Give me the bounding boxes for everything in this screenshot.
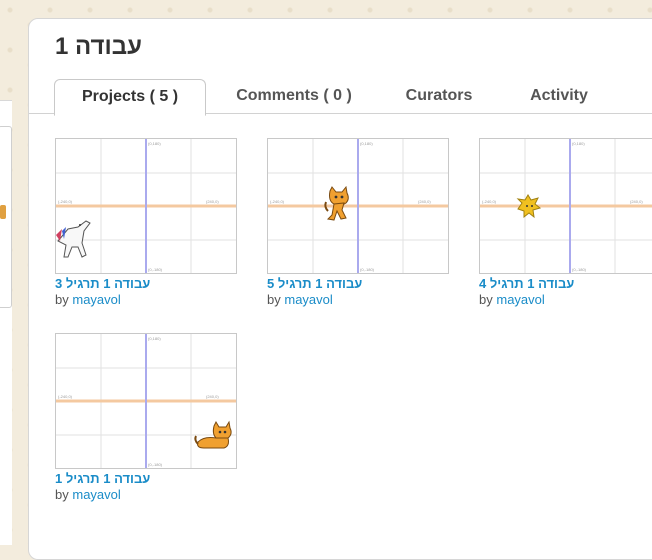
author-link[interactable]: mayavol bbox=[72, 487, 120, 502]
byline-prefix: by bbox=[267, 292, 281, 307]
tab-projects[interactable]: Projects ( 5 ) bbox=[54, 79, 206, 116]
svg-text:(-240,0): (-240,0) bbox=[58, 199, 73, 204]
svg-text:(0,-180): (0,-180) bbox=[148, 267, 163, 272]
scratch-cat-icon bbox=[324, 185, 349, 221]
grid-background-icon: (0,180) (-240,0) (240,0) (0,-180) bbox=[268, 139, 448, 273]
project-title-link[interactable]: עבודה 1 תרגיל 1 bbox=[55, 471, 150, 486]
svg-text:(-240,0): (-240,0) bbox=[482, 199, 497, 204]
byline-prefix: by bbox=[55, 292, 69, 307]
project-byline: by mayavol bbox=[55, 487, 121, 502]
svg-text:(0,-180): (0,-180) bbox=[360, 267, 375, 272]
svg-text:(0,180): (0,180) bbox=[148, 141, 161, 146]
unicorn-icon bbox=[56, 220, 91, 258]
project-thumbnail[interactable]: (0,180) (-240,0) (240,0) (0,-180) bbox=[55, 333, 237, 469]
byline-prefix: by bbox=[55, 487, 69, 502]
grid-background-icon: (0,180) (-240,0) (240,0) (0,-180) bbox=[480, 139, 652, 273]
yellow-creature-icon bbox=[516, 194, 542, 219]
project-title-link[interactable]: עבודה 1 תרגיל 5 bbox=[267, 276, 362, 291]
project-byline: by mayavol bbox=[267, 292, 333, 307]
tab-activity[interactable]: Activity bbox=[509, 79, 609, 113]
studio-panel: עבודה 1 Projects ( 5 ) Comments ( 0 ) Cu… bbox=[28, 18, 652, 560]
author-link[interactable]: mayavol bbox=[284, 292, 332, 307]
author-link[interactable]: mayavol bbox=[72, 292, 120, 307]
svg-text:(-240,0): (-240,0) bbox=[58, 394, 73, 399]
svg-text:(240,0): (240,0) bbox=[630, 199, 643, 204]
svg-text:(0,180): (0,180) bbox=[148, 336, 161, 341]
project-byline: by mayavol bbox=[55, 292, 121, 307]
project-byline: by mayavol bbox=[479, 292, 545, 307]
project-title-link[interactable]: עבודה 1 תרגיל 3 bbox=[55, 276, 150, 291]
svg-text:(0,180): (0,180) bbox=[360, 141, 373, 146]
project-title-link[interactable]: עבודה 1 תרגיל 4 bbox=[479, 276, 574, 291]
author-link[interactable]: mayavol bbox=[496, 292, 544, 307]
project-thumbnail[interactable]: (0,180) (-240,0) (240,0) (0,-180) bbox=[479, 138, 652, 274]
svg-text:(0,-180): (0,-180) bbox=[148, 462, 163, 467]
svg-text:(0,180): (0,180) bbox=[572, 141, 585, 146]
byline-prefix: by bbox=[479, 292, 493, 307]
page-title: עבודה 1 bbox=[55, 33, 142, 60]
project-thumbnail[interactable]: (0,180) (-240,0) (240,0) (0,-180) bbox=[267, 138, 449, 274]
svg-text:(240,0): (240,0) bbox=[206, 394, 219, 399]
tab-curators[interactable]: Curators bbox=[389, 79, 489, 113]
svg-text:(0,-180): (0,-180) bbox=[572, 267, 587, 272]
tab-comments[interactable]: Comments ( 0 ) bbox=[219, 79, 369, 113]
svg-text:(-240,0): (-240,0) bbox=[270, 199, 285, 204]
side-sprite-icon bbox=[0, 205, 6, 219]
project-thumbnail[interactable]: (0,180) (-240,0) (240,0) (0,-180) bbox=[55, 138, 237, 274]
svg-text:(240,0): (240,0) bbox=[418, 199, 431, 204]
svg-text:(240,0): (240,0) bbox=[206, 199, 219, 204]
